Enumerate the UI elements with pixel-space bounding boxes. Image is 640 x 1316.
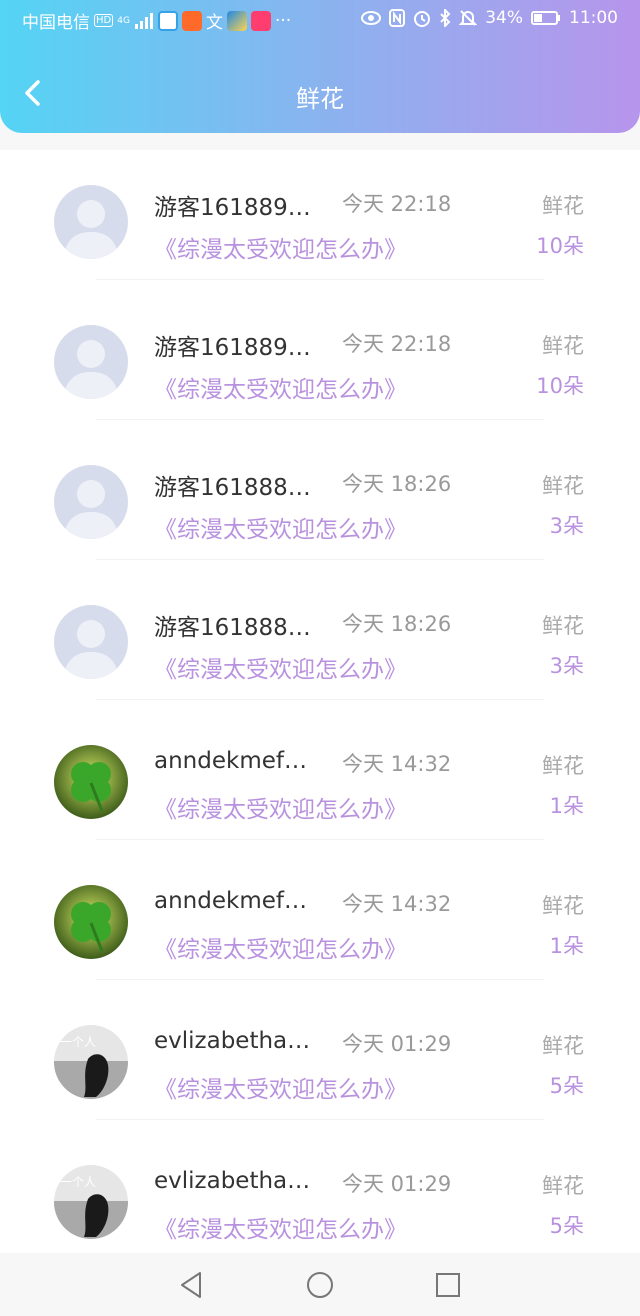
alarm-icon: [414, 11, 431, 27]
avatar[interactable]: [54, 185, 128, 259]
avatar[interactable]: [54, 325, 128, 399]
gift-type: 鲜花: [542, 474, 584, 498]
chat-app-icon: [157, 10, 178, 31]
recent-apps-icon[interactable]: [428, 1265, 468, 1305]
list-item[interactable]: anndekmeful… 今天 14:32 《综漫太受欢迎怎么办》 鲜花 1朵: [0, 840, 640, 980]
gift-count: 10朵: [536, 234, 584, 258]
home-circle-icon[interactable]: [300, 1265, 340, 1305]
avatar[interactable]: 一个人: [54, 1025, 128, 1099]
status-right: 34% 11:00: [361, 8, 618, 28]
gift-type: 鲜花: [542, 614, 584, 638]
gift-type: 鲜花: [542, 754, 584, 778]
hd-badge: HD: [94, 14, 114, 27]
gift-count: 5朵: [549, 1074, 584, 1098]
health-app-icon: [250, 10, 271, 31]
timestamp: 今天 14:32: [342, 752, 452, 776]
avatar[interactable]: [54, 745, 128, 819]
book-title[interactable]: 《综漫太受欢迎怎么办》: [154, 930, 407, 964]
battery-icon: [531, 11, 560, 25]
book-title[interactable]: 《综漫太受欢迎怎么办》: [154, 790, 407, 824]
gift-type: 鲜花: [542, 1034, 584, 1058]
nfc-icon: [389, 9, 406, 27]
status-left: 中国电信 HD 4G 文 ···: [22, 8, 291, 33]
gift-type: 鲜花: [542, 894, 584, 918]
list-item[interactable]: 一个人 evlizabethan… 今天 01:29 《综漫太受欢迎怎么办》 鲜花 5朵: [0, 980, 640, 1120]
list-item[interactable]: 游客161888… 今天 18:26 《综漫太受欢迎怎么办》 鲜花 3朵: [0, 420, 640, 560]
timestamp: 今天 18:26: [342, 472, 452, 496]
username: anndekmeful…: [154, 748, 314, 774]
status-bar: 中国电信 HD 4G 文 ··· 34% 11:00: [0, 0, 640, 40]
nav-bar: 鲜花: [0, 60, 640, 132]
mute-icon: [459, 10, 478, 26]
gift-count: 1朵: [549, 794, 584, 818]
book-title[interactable]: 《综漫太受欢迎怎么办》: [154, 230, 407, 264]
list-item[interactable]: 一个人 evlizabethan… 今天 01:29 《综漫太受欢迎怎么办》 鲜花 5朵: [0, 1120, 640, 1253]
gift-count: 1朵: [549, 934, 584, 958]
page-title: 鲜花: [296, 85, 344, 113]
list-item[interactable]: 游客161889… 今天 22:18 《综漫太受欢迎怎么办》 鲜花 10朵: [0, 280, 640, 420]
book-title[interactable]: 《综漫太受欢迎怎么办》: [154, 510, 407, 544]
network-badge: 4G: [117, 15, 130, 26]
gift-count: 5朵: [549, 1214, 584, 1238]
book-title[interactable]: 《综漫太受欢迎怎么办》: [154, 370, 407, 404]
username: evlizabethan…: [154, 1028, 314, 1054]
eye-icon: [361, 11, 382, 25]
avatar[interactable]: [54, 605, 128, 679]
system-nav-bar: [0, 1253, 640, 1316]
bluetooth-icon: [440, 9, 451, 27]
timestamp: 今天 01:29: [342, 1032, 452, 1056]
avatar[interactable]: 一个人: [54, 1165, 128, 1239]
gift-list[interactable]: 游客161889… 今天 22:18 《综漫太受欢迎怎么办》 鲜花 10朵 游客16188…: [0, 150, 640, 1253]
battery-percent: 34%: [485, 8, 523, 28]
username: evlizabethan…: [154, 1168, 314, 1194]
timestamp: 今天 14:32: [342, 892, 452, 916]
map-app-icon: [226, 10, 247, 31]
avatar[interactable]: [54, 885, 128, 959]
avatar-text: 一个人: [60, 1035, 97, 1049]
more-icon: ···: [274, 10, 292, 31]
book-title[interactable]: 《综漫太受欢迎怎么办》: [154, 1070, 407, 1104]
avatar-text: 一个人: [60, 1175, 97, 1189]
timestamp: 今天 01:29: [342, 1172, 452, 1196]
header: 中国电信 HD 4G 文 ··· 34% 11:00 鲜花: [0, 0, 640, 133]
gift-type: 鲜花: [542, 1174, 584, 1198]
username: anndekmeful…: [154, 888, 314, 914]
translate-icon: 文: [205, 13, 223, 33]
username: 游客161888…: [154, 475, 311, 501]
gift-count: 3朵: [549, 654, 584, 678]
book-title[interactable]: 《综漫太受欢迎怎么办》: [154, 650, 407, 684]
back-triangle-icon[interactable]: [172, 1265, 212, 1305]
list-item[interactable]: anndekmeful… 今天 14:32 《综漫太受欢迎怎么办》 鲜花 1朵: [0, 700, 640, 840]
gift-count: 3朵: [549, 514, 584, 538]
carrier-label: 中国电信: [22, 13, 90, 33]
list-item[interactable]: 游客161889… 今天 22:18 《综漫太受欢迎怎么办》 鲜花 10朵: [0, 150, 640, 280]
clock: 11:00: [569, 8, 618, 28]
list-item[interactable]: 游客161888… 今天 18:26 《综漫太受欢迎怎么办》 鲜花 3朵: [0, 560, 640, 700]
shop-app-icon: [181, 10, 202, 31]
timestamp: 今天 22:18: [342, 332, 452, 356]
signal-icon: [134, 12, 153, 29]
avatar[interactable]: [54, 465, 128, 539]
gift-type: 鲜花: [542, 194, 584, 218]
username: 游客161889…: [154, 195, 311, 221]
gift-count: 10朵: [536, 374, 584, 398]
username: 游客161889…: [154, 335, 311, 361]
timestamp: 今天 18:26: [342, 612, 452, 636]
timestamp: 今天 22:18: [342, 192, 452, 216]
username: 游客161888…: [154, 615, 311, 641]
book-title[interactable]: 《综漫太受欢迎怎么办》: [154, 1210, 407, 1244]
gift-type: 鲜花: [542, 334, 584, 358]
